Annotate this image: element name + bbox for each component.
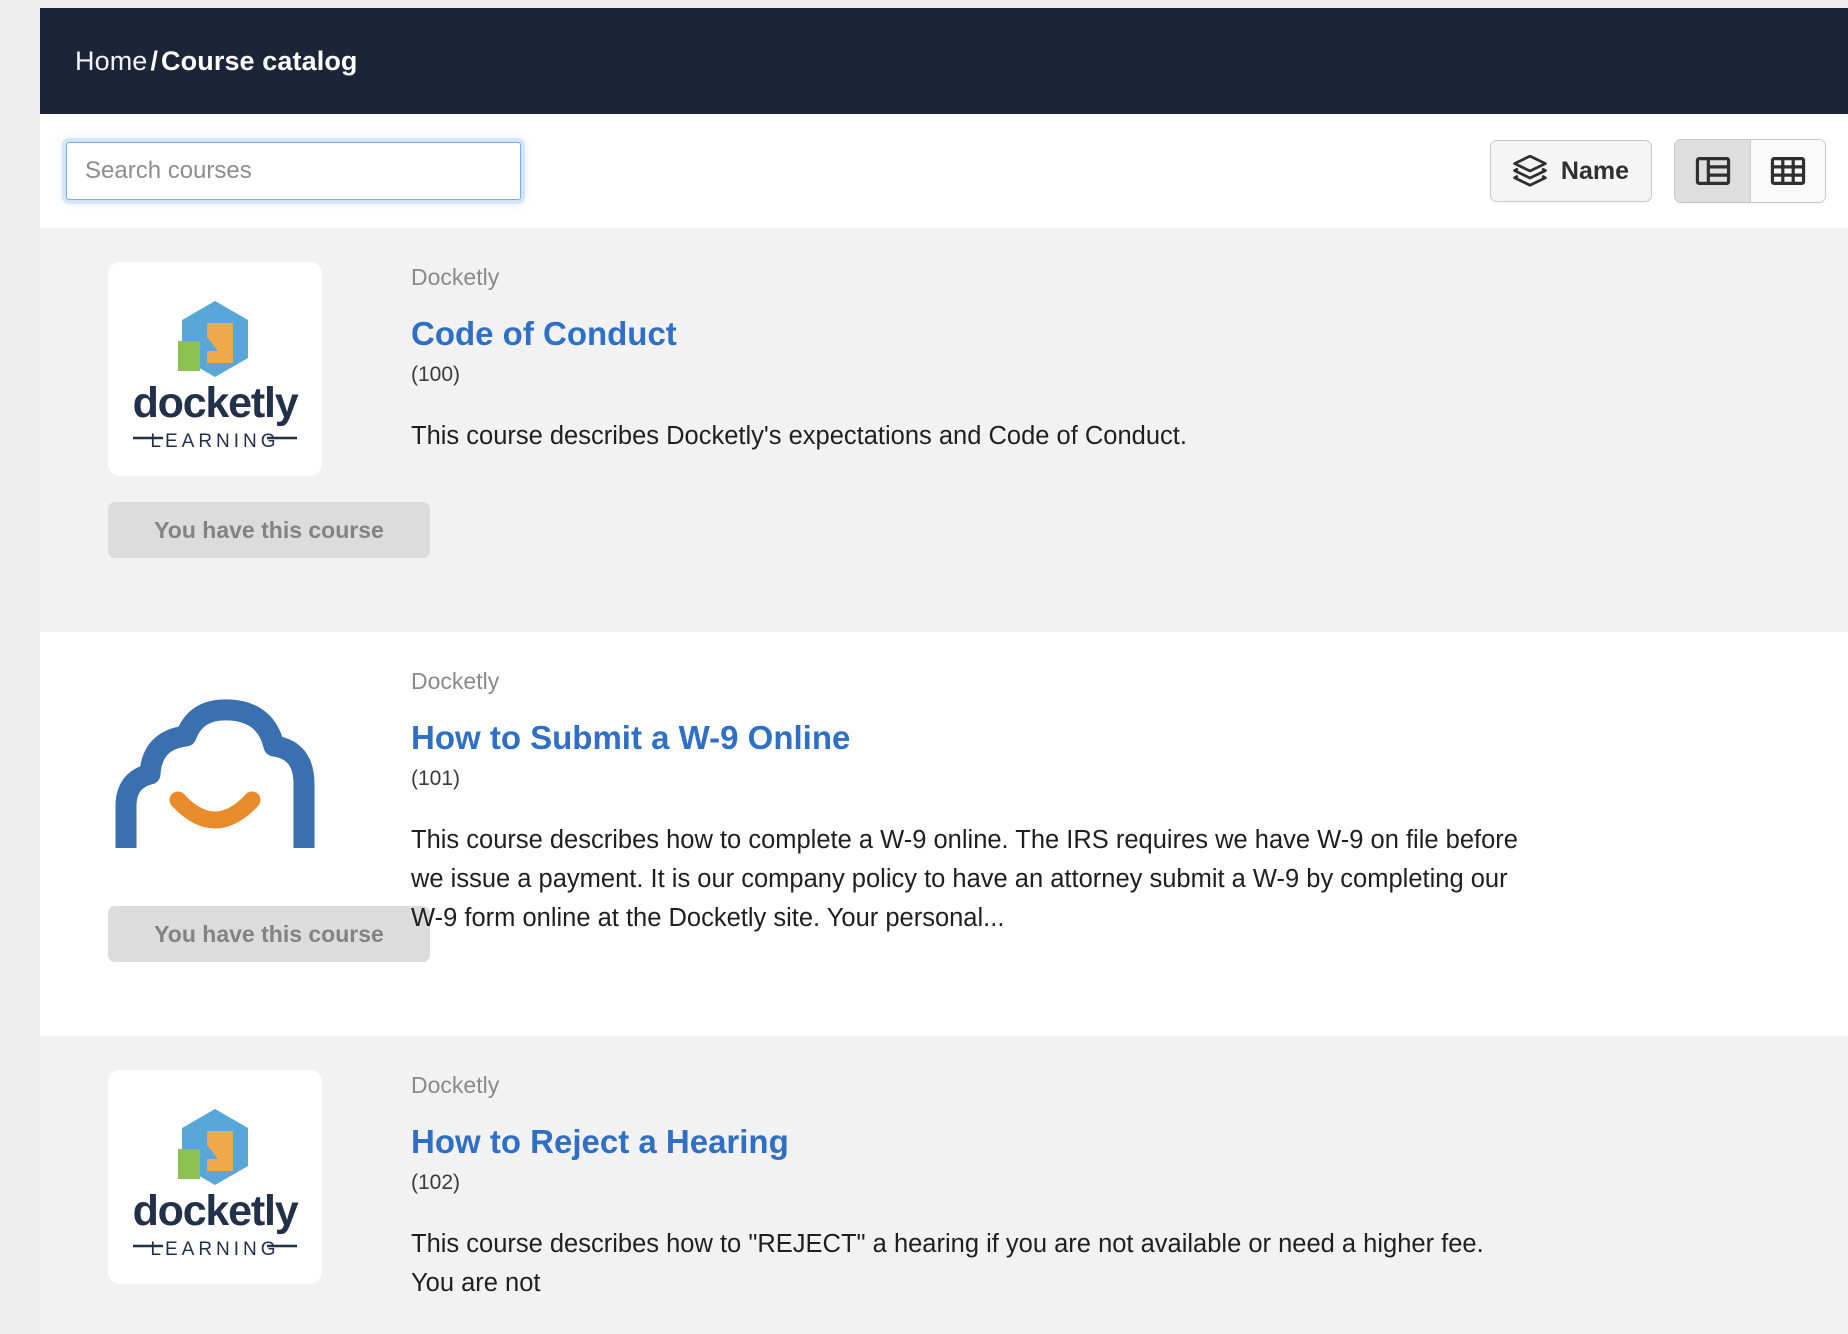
- course-description: This course describes how to "REJECT" a …: [411, 1230, 1484, 1297]
- svg-text:docketly: docketly: [133, 379, 299, 427]
- page-root: Home/Course catalog Name: [0, 0, 1848, 1334]
- course-details-column: Docketly Code of Conduct (100) This cour…: [411, 262, 1818, 598]
- toolbar-right-controls: Name: [1489, 139, 1826, 203]
- list-view-icon: [1695, 155, 1731, 187]
- course-description: This course describes how to complete a …: [411, 826, 1518, 932]
- smiling-cloud-logo: [108, 666, 322, 880]
- page-header: Home / Course catalog: [40, 8, 1848, 114]
- course-title-link[interactable]: How to Reject a Hearing: [411, 1123, 789, 1161]
- svg-text:LEARNING: LEARNING: [150, 1239, 279, 1260]
- course-code: (102): [411, 1170, 461, 1194]
- course-thumbnail-column: docketly LEARNING: [66, 1070, 411, 1334]
- course-catalog-list: docketly LEARNING You have this course D…: [40, 228, 1848, 1334]
- search-field-wrapper: [66, 142, 521, 200]
- course-code: (101): [411, 766, 461, 790]
- svg-text:docketly: docketly: [133, 1187, 299, 1235]
- breadcrumb: Home / Course catalog: [75, 46, 358, 77]
- course-provider: Docketly: [411, 264, 500, 290]
- sort-button-label: Name: [1560, 156, 1629, 185]
- grid-view-icon: [1770, 155, 1806, 187]
- course-list-item: You have this course Docketly How to Sub…: [40, 632, 1848, 1036]
- course-provider: Docketly: [411, 1072, 500, 1098]
- course-list-item: docketly LEARNING You have this course D…: [40, 228, 1848, 632]
- view-mode-toggle-group: [1674, 139, 1826, 203]
- course-thumbnail-column: You have this course: [66, 666, 430, 1002]
- sort-by-name-button[interactable]: Name: [1489, 140, 1652, 202]
- course-code: (100): [411, 362, 461, 386]
- list-view-button[interactable]: [1675, 140, 1750, 202]
- docketly-learning-logo: docketly LEARNING: [108, 262, 322, 476]
- have-course-badge: You have this course: [108, 906, 430, 962]
- course-list-item: docketly LEARNING Docketly How to Reject…: [40, 1036, 1848, 1334]
- course-provider: Docketly: [411, 668, 500, 694]
- have-course-badge: You have this course: [108, 502, 430, 558]
- content-frame: Home/Course catalog Name: [40, 8, 1848, 1334]
- course-title-link[interactable]: Code of Conduct: [411, 315, 677, 353]
- catalog-toolbar: Name: [40, 114, 1848, 228]
- course-description: This course describes Docketly's expecta…: [411, 422, 1187, 451]
- grid-view-button[interactable]: [1750, 140, 1825, 202]
- search-input[interactable]: [66, 142, 521, 200]
- course-thumbnail-column: docketly LEARNING You have this course: [66, 262, 430, 598]
- breadcrumb-current-page: Course catalog: [161, 45, 358, 76]
- course-details-column: Docketly How to Reject a Hearing (102) T…: [411, 1070, 1818, 1334]
- course-title-link[interactable]: How to Submit a W-9 Online: [411, 719, 850, 757]
- breadcrumb-separator: /: [150, 45, 159, 76]
- course-details-column: Docketly How to Submit a W-9 Online (101…: [411, 666, 1818, 1002]
- docketly-learning-logo: docketly LEARNING: [108, 1070, 322, 1284]
- layers-icon: [1513, 155, 1547, 187]
- svg-text:LEARNING: LEARNING: [150, 431, 279, 452]
- breadcrumb-home-link[interactable]: Home: [75, 46, 147, 76]
